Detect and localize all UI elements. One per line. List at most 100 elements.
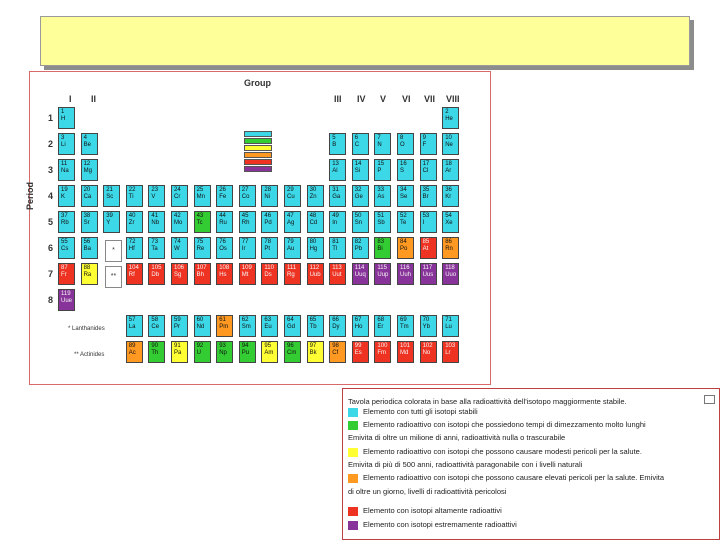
element-symbol: Sn (354, 220, 363, 226)
legend-color-swatch (348, 520, 358, 530)
element-cell: 76 Os (216, 237, 234, 259)
element-symbol: Fm (377, 350, 387, 356)
atomic-number: 44 (219, 213, 226, 219)
element-symbol: Yb (422, 324, 430, 330)
element-cell: 117 Uus (419, 263, 437, 285)
element-symbol: Mt (241, 272, 249, 278)
atomic-number: 29 (287, 187, 294, 193)
element-symbol: O (400, 142, 405, 148)
atomic-number: 33 (377, 187, 385, 193)
element-symbol: Br (422, 194, 429, 200)
element-symbol: Rg (287, 272, 295, 278)
atomic-number: 85 (422, 239, 430, 245)
lanthanide-marker: * (105, 240, 122, 262)
element-symbol: Sm (241, 324, 251, 330)
element-symbol: Ge (354, 194, 363, 200)
element-cell: 9F (419, 133, 437, 155)
element-symbol: N (377, 142, 382, 148)
slide-title-bar (40, 16, 690, 66)
atomic-number: 42 (174, 213, 181, 219)
element-symbol: Sr (83, 220, 90, 226)
element-symbol: Ds (264, 272, 272, 278)
atomic-number: 70 (422, 317, 430, 323)
atomic-number: 79 (287, 239, 294, 245)
element-cell: 30 Zn (306, 185, 324, 207)
element-symbol: Db (151, 272, 160, 278)
period-label: 6 (48, 243, 54, 253)
element-symbol: No (422, 350, 431, 356)
period-label: 1 (48, 113, 54, 123)
atomic-number: 99 (354, 343, 362, 349)
element-cell: 4 Be (80, 133, 98, 155)
legend-item: Elemento radioattivo con isotopi che pos… (348, 473, 664, 483)
element-cell: 21 Sc (103, 185, 121, 207)
atomic-number: 4 (83, 135, 87, 141)
atomic-number: 72 (128, 239, 136, 245)
atomic-number: 108 (219, 265, 230, 271)
atomic-number: 69 (400, 317, 407, 323)
legend-item: Elemento con isotopi estremamente radioa… (348, 520, 517, 530)
element-cell: 92 U (193, 341, 211, 363)
element-cell: 25 Mn (193, 185, 211, 207)
element-cell: 118 Uuo (442, 263, 460, 285)
element-cell: 71 Lu (442, 315, 460, 337)
element-symbol: Lr (445, 350, 451, 356)
atomic-number: 116 (400, 265, 410, 271)
atomic-number: 93 (219, 343, 226, 349)
atomic-number: 6 (354, 135, 359, 141)
element-cell: 62 Sm (238, 315, 256, 337)
element-symbol: Nd (196, 324, 205, 330)
element-cell: 65 Tb (306, 315, 324, 337)
element-cell: 94 Pu (238, 341, 256, 363)
atomic-number: 26 (219, 187, 226, 193)
atomic-number: 20 (83, 187, 91, 193)
atomic-number: 36 (445, 187, 452, 193)
atomic-number: 19 (61, 187, 68, 193)
atomic-number: 51 (377, 213, 385, 219)
element-symbol: Lu (445, 324, 452, 330)
element-symbol: Ir (241, 246, 246, 252)
element-cell: 88 Ra (80, 263, 98, 285)
element-symbol: Rb (61, 220, 69, 226)
element-symbol: Cu (287, 194, 295, 200)
element-cell: 36 Kr (442, 185, 460, 207)
element-cell: 6C (351, 133, 369, 155)
element-cell: 82 Pb (351, 237, 369, 259)
element-cell: 78 Pt (261, 237, 279, 259)
element-cell: 47 Ag (284, 211, 301, 233)
atomic-number: 58 (151, 317, 159, 323)
element-symbol: Y (106, 220, 111, 226)
element-symbol: Os (219, 246, 227, 252)
element-symbol: Dy (332, 324, 340, 330)
element-cell: 68 Er (374, 315, 392, 337)
atomic-number: 68 (377, 317, 385, 323)
atomic-number: 5 (332, 135, 336, 141)
atomic-number: 119 (61, 291, 71, 297)
element-symbol: Pb (354, 246, 363, 252)
element-cell: 5B (329, 133, 347, 155)
atomic-number: 35 (422, 187, 430, 193)
element-symbol: Fe (219, 194, 227, 200)
element-symbol: Cr (174, 194, 181, 200)
element-symbol: Te (400, 220, 407, 226)
element-cell: 17 Cl (419, 159, 437, 181)
atomic-number: 102 (422, 343, 433, 349)
atomic-number: 40 (128, 213, 136, 219)
atomic-number: 28 (264, 187, 272, 193)
element-symbol: Zr (128, 220, 135, 226)
element-cell: 1H (58, 107, 75, 129)
element-cell: 43 Tc (193, 211, 211, 233)
atomic-number: 37 (61, 213, 68, 219)
atomic-number: 91 (174, 343, 181, 349)
atomic-number: 25 (196, 187, 204, 193)
element-cell: 55 Cs (58, 237, 75, 259)
element-symbol: Cd (309, 220, 318, 226)
expand-icon[interactable] (704, 395, 715, 404)
element-symbol: Ne (445, 142, 453, 148)
legend-color-swatch (348, 473, 358, 483)
element-cell: 114 Uuq (351, 263, 369, 285)
atomic-number: 115 (377, 265, 387, 271)
element-symbol: Fr (61, 272, 67, 278)
element-symbol: Hs (219, 272, 227, 278)
atomic-number: 8 (400, 135, 404, 141)
